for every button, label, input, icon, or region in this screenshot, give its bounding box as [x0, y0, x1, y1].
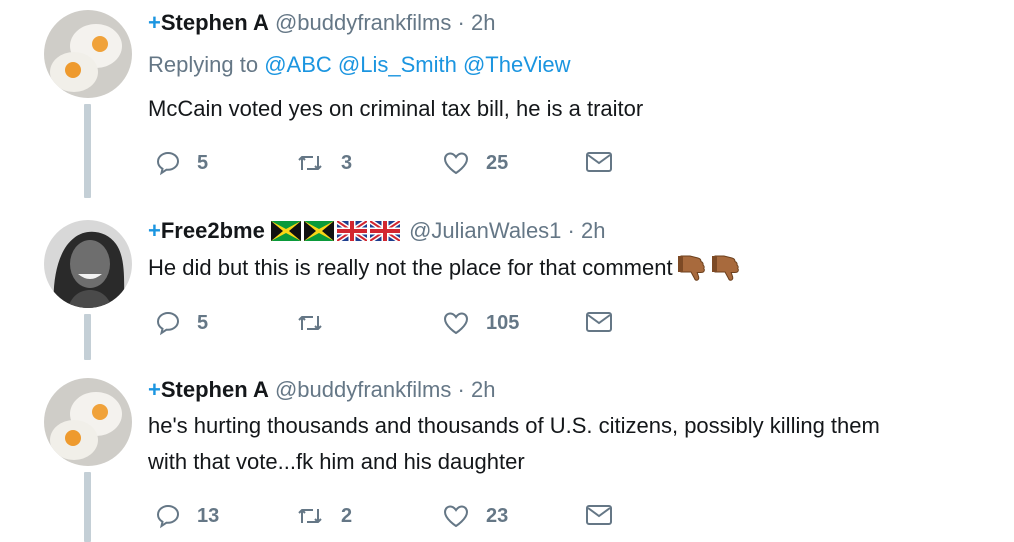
tweet-text: He did but this is really not the place … [148, 250, 1008, 292]
display-name[interactable]: Free2bme [161, 218, 265, 243]
thread-line [84, 314, 91, 360]
avatar[interactable] [44, 378, 132, 466]
plus-mark: + [148, 377, 161, 402]
tweet-text-line: he's hurting thousands and thousands of … [148, 413, 880, 438]
like-button[interactable]: 23 [442, 503, 508, 529]
thumbs-down-icon [711, 253, 741, 292]
user-handle[interactable]: @JulianWales1 [409, 218, 561, 243]
tweet-header: +Free2bme @JulianWales1 · 2h [148, 218, 605, 247]
tweet[interactable]: +Free2bme @JulianWales1 · 2h He did but … [0, 200, 1014, 360]
like-count: 25 [486, 151, 509, 174]
mention-link[interactable]: @ABC [264, 52, 332, 77]
retweet-button[interactable]: 3 [295, 150, 352, 176]
tweet-text-line: McCain voted yes on criminal tax bill, h… [148, 96, 644, 121]
user-handle[interactable]: @buddyfrankfilms [275, 10, 451, 35]
tweet-header: +Stephen A @buddyfrankfilms · 2h [148, 377, 495, 403]
uk-flag-icon [335, 218, 369, 247]
reply-button[interactable]: 5 [155, 310, 208, 336]
reply-button[interactable]: 5 [155, 150, 208, 176]
tweet-text-line: He did but this is really not the place … [148, 250, 1008, 292]
like-count: 23 [486, 504, 509, 527]
reply-count: 13 [197, 504, 220, 527]
direct-message-button[interactable] [585, 150, 613, 174]
tweet[interactable]: +Stephen A @buddyfrankfilms · 2h Replyin… [0, 0, 1014, 200]
thread-line [84, 472, 91, 542]
tweet[interactable]: +Stephen A @buddyfrankfilms · 2h he's hu… [0, 360, 1014, 542]
jamaica-flag-icon [303, 221, 334, 247]
reply-count: 5 [197, 151, 209, 174]
thread-line [84, 104, 91, 198]
replying-to: Replying to @ABC @Lis_Smith @TheView [148, 52, 571, 78]
retweet-icon [295, 310, 325, 336]
uk-flag-icon [368, 218, 402, 247]
heart-icon [442, 503, 470, 529]
tweet-text-content: He did but this is really not the place … [148, 255, 673, 280]
display-name[interactable]: Stephen A [161, 377, 269, 402]
tweet-text: McCain voted yes on criminal tax bill, h… [148, 91, 1008, 127]
tweet-actions: 13 2 23 [155, 503, 625, 533]
separator-dot: · [457, 10, 465, 35]
display-name[interactable]: Stephen A [161, 10, 269, 35]
direct-message-button[interactable] [585, 503, 613, 527]
direct-message-button[interactable] [585, 310, 613, 334]
retweet-button[interactable]: 2 [295, 503, 352, 529]
user-handle[interactable]: @buddyfrankfilms [275, 377, 451, 402]
heart-icon [442, 310, 470, 336]
tweet-actions: 5 3 25 [155, 150, 625, 180]
separator-dot: · [457, 377, 465, 402]
avatar[interactable] [44, 220, 132, 308]
plus-mark: + [148, 218, 161, 243]
retweet-icon [295, 150, 325, 176]
mention-link[interactable]: @TheView [463, 52, 571, 77]
like-button[interactable]: 25 [442, 150, 508, 176]
reply-icon [155, 503, 181, 529]
retweet-button[interactable] [295, 310, 341, 336]
thumbs-down-icon [677, 253, 707, 292]
tweet-actions: 5 105 [155, 310, 625, 340]
retweet-count: 3 [341, 151, 353, 174]
reply-icon [155, 310, 181, 336]
reply-button[interactable]: 13 [155, 503, 219, 529]
timestamp[interactable]: 2h [471, 10, 495, 35]
retweet-icon [295, 503, 325, 529]
retweet-count: 2 [341, 504, 353, 527]
tweet-header: +Stephen A @buddyfrankfilms · 2h [148, 10, 495, 36]
timestamp[interactable]: 2h [581, 218, 605, 243]
envelope-icon [585, 503, 613, 527]
jamaica-flag-icon [270, 221, 301, 247]
mention-link[interactable]: @Lis_Smith [338, 52, 457, 77]
avatar[interactable] [44, 10, 132, 98]
envelope-icon [585, 150, 613, 174]
separator-dot: · [567, 218, 575, 243]
like-button[interactable]: 105 [442, 310, 519, 336]
tweet-text: he's hurting thousands and thousands of … [148, 408, 1008, 480]
like-count: 105 [486, 311, 520, 334]
heart-icon [442, 150, 470, 176]
reply-count: 5 [197, 311, 209, 334]
plus-mark: + [148, 10, 161, 35]
reply-icon [155, 150, 181, 176]
replying-prefix: Replying to [148, 52, 259, 77]
envelope-icon [585, 310, 613, 334]
tweet-text-line: with that vote...fk him and his daughter [148, 449, 525, 474]
timestamp[interactable]: 2h [471, 377, 495, 402]
